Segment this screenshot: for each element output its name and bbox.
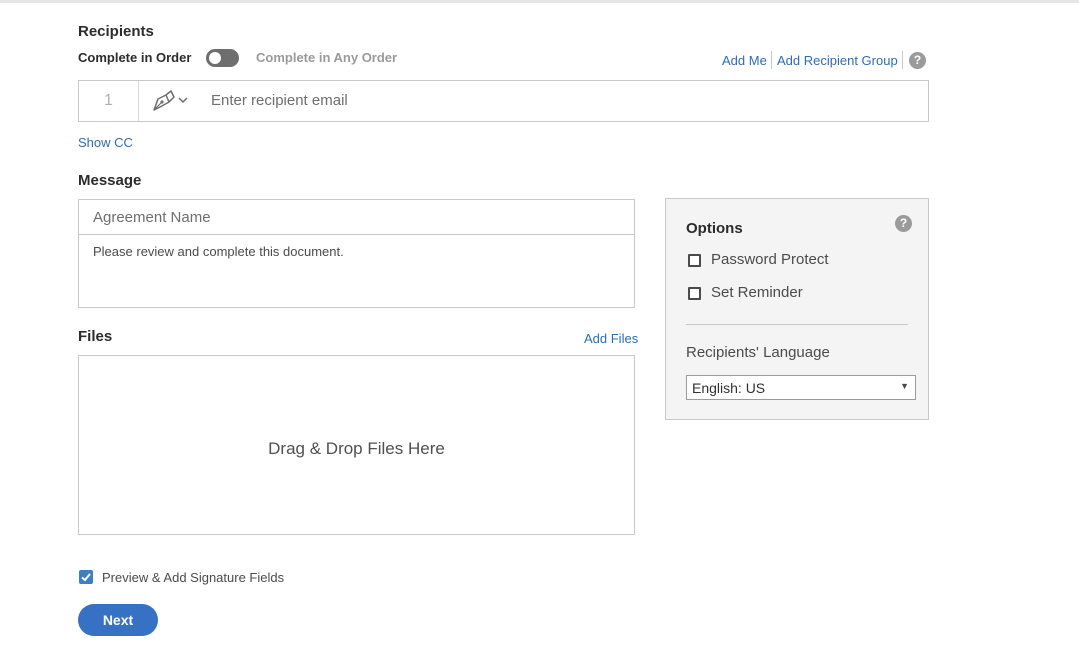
- link-separator: [902, 51, 903, 69]
- options-divider: [686, 324, 908, 325]
- add-me-link[interactable]: Add Me: [722, 53, 767, 68]
- language-selected-value: English: US: [692, 380, 766, 396]
- pen-signer-icon: [153, 90, 175, 111]
- password-protect-label[interactable]: Password Protect: [711, 251, 829, 268]
- next-button[interactable]: Next: [78, 604, 158, 636]
- options-title: Options: [686, 220, 743, 237]
- complete-any-order-label: Complete in Any Order: [256, 50, 398, 65]
- files-heading: Files: [78, 328, 113, 345]
- checkmark-icon: [81, 573, 91, 582]
- role-dropdown[interactable]: [140, 81, 200, 121]
- toggle-knob: [209, 52, 221, 64]
- add-recipient-group-link[interactable]: Add Recipient Group: [777, 53, 898, 68]
- dropzone-label: Drag & Drop Files Here: [268, 439, 445, 458]
- message-textarea[interactable]: Please review and complete this document…: [93, 244, 344, 259]
- message-heading: Message: [78, 172, 142, 189]
- options-panel: Options ? Password Protect Set Reminder …: [665, 198, 929, 420]
- recipients-language-label: Recipients' Language: [686, 344, 830, 361]
- recipient-order-number: 1: [79, 81, 139, 121]
- show-cc-link[interactable]: Show CC: [78, 135, 133, 150]
- options-help-icon[interactable]: ?: [895, 215, 912, 232]
- add-files-link[interactable]: Add Files: [584, 331, 638, 346]
- recipients-heading: Recipients: [78, 23, 154, 40]
- message-box: Please review and complete this document…: [78, 199, 635, 308]
- dropdown-arrow-icon: ▼: [900, 381, 909, 391]
- top-divider: [0, 0, 1079, 3]
- recipient-email-input[interactable]: [211, 81, 911, 121]
- recipient-row: 1: [78, 80, 929, 122]
- preview-checkbox[interactable]: [79, 570, 93, 584]
- agreement-name-input[interactable]: [79, 200, 634, 235]
- link-separator: [771, 51, 772, 69]
- order-toggle[interactable]: [206, 49, 239, 67]
- preview-label[interactable]: Preview & Add Signature Fields: [102, 570, 284, 585]
- chevron-down-icon: [178, 97, 188, 104]
- file-dropzone[interactable]: Drag & Drop Files Here: [78, 355, 635, 535]
- set-reminder-label[interactable]: Set Reminder: [711, 284, 803, 301]
- password-protect-checkbox[interactable]: [688, 254, 701, 267]
- set-reminder-checkbox[interactable]: [688, 287, 701, 300]
- recipients-help-icon[interactable]: ?: [909, 52, 926, 69]
- complete-in-order-label: Complete in Order: [78, 50, 192, 65]
- language-select[interactable]: English: US ▼: [686, 375, 916, 400]
